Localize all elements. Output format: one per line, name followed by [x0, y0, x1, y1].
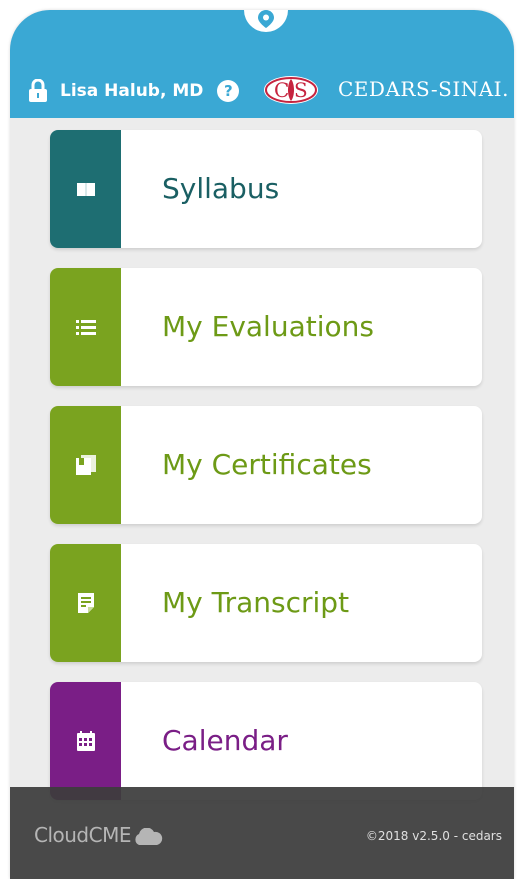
cloudcme-logo: CloudCME	[34, 823, 163, 847]
menu-item-icon-tile	[50, 544, 121, 662]
main-menu: Syllabus My Evaluations My Certificates …	[50, 130, 482, 820]
menu-item-calendar[interactable]: Calendar	[50, 682, 482, 800]
footer-brand: CloudCME	[34, 823, 132, 847]
app-header: Lisa Halub, MD ? C S CEDARS-SINAI.	[10, 10, 514, 118]
help-icon[interactable]: ?	[217, 80, 240, 102]
menu-item-my-evaluations[interactable]: My Evaluations	[50, 268, 482, 386]
menu-item-syllabus[interactable]: Syllabus	[50, 130, 482, 248]
menu-item-label: My Transcript	[162, 586, 350, 619]
location-pin-tab[interactable]	[244, 10, 288, 32]
app-footer: CloudCME ©2018 v2.5.0 - cedars	[10, 787, 514, 879]
menu-item-icon-tile	[50, 406, 121, 524]
menu-item-label: Calendar	[162, 724, 288, 757]
menu-item-label: My Evaluations	[162, 310, 374, 343]
svg-text:C: C	[274, 78, 289, 102]
menu-item-label: Syllabus	[162, 172, 280, 205]
cloud-icon	[135, 827, 163, 845]
lock-icon	[29, 79, 47, 102]
brand-name: CEDARS-SINAI.	[338, 77, 509, 101]
user-name: Lisa Halub, MD	[60, 81, 204, 101]
svg-text:S: S	[294, 78, 308, 102]
menu-item-icon-tile	[50, 268, 121, 386]
cedars-sinai-logo: C S	[264, 76, 318, 104]
calendar-icon	[76, 731, 95, 751]
document-icon	[77, 593, 94, 613]
menu-item-my-certificates[interactable]: My Certificates	[50, 406, 482, 524]
version-text: ©2018 v2.5.0 - cedars	[365, 829, 502, 843]
location-pin-icon	[258, 10, 274, 28]
menu-item-icon-tile	[50, 130, 121, 248]
user-info: Lisa Halub, MD ?	[28, 76, 240, 106]
book-icon	[76, 183, 95, 196]
list-icon	[75, 320, 96, 335]
menu-item-icon-tile	[50, 682, 121, 800]
app-screen: Lisa Halub, MD ? C S CEDARS-SINAI. Sylla…	[10, 10, 514, 879]
certificates-icon	[75, 455, 96, 475]
menu-item-label: My Certificates	[162, 448, 372, 481]
menu-item-my-transcript[interactable]: My Transcript	[50, 544, 482, 662]
